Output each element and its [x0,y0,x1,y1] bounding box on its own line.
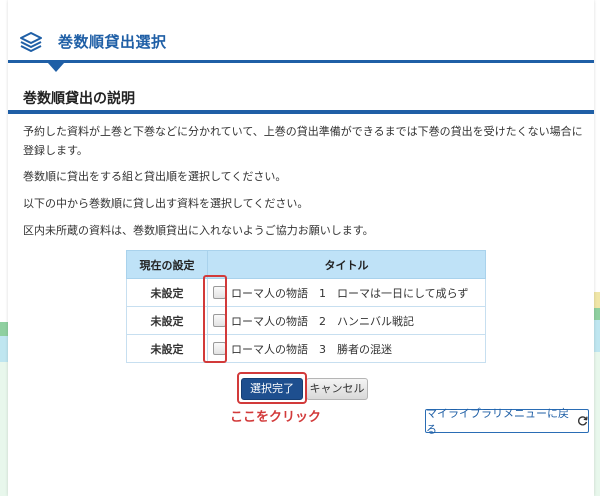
status-cell: 未設定 [126,278,208,307]
section-title: 巻数順貸出の説明 [23,91,135,107]
back-button-label: マイライブラリメニューに戻る [426,407,569,436]
volume-order-table: 現在の設定 タイトル 未設定 ローマ人の物語 1 ローマは一日にして成らず 未設… [126,250,486,363]
table-header-row: 現在の設定 タイトル [126,250,486,279]
back-to-my-library-button[interactable]: マイライブラリメニューに戻る [425,407,589,436]
layers-icon [20,32,42,52]
column-header-title: タイトル [207,250,486,279]
title-cell: ローマ人の物語 3 勝者の混迷 [207,334,486,363]
title-cell: ローマ人の物語 2 ハンニバル戦記 [207,306,486,335]
status-cell: 未設定 [126,306,208,335]
reload-icon [577,416,588,426]
click-here-annotation: ここをクリック [230,410,322,425]
table-row: 未設定 ローマ人の物語 2 ハンニバル戦記 [126,306,486,335]
page-title: 巻数順貸出選択 [58,33,167,51]
cancel-button[interactable]: キャンセル [306,378,368,400]
title-cell: ローマ人の物語 1 ローマは一日にして成らず [207,278,486,307]
page-header: 巻数順貸出選択 [8,22,594,72]
description-paragraph: 予約した資料が上巻と下巻などに分かれていて、上巻の貸出準備ができるまでは下巻の貸… [23,125,583,157]
description-paragraph: 以下の中から巻数順に貸し出す資料を選択してください。 [23,197,309,210]
checkbox-highlight [203,275,227,363]
book-title: ローマ人の物語 2 ハンニバル戦記 [231,314,414,328]
book-title: ローマ人の物語 1 ローマは一日にして成らず [231,286,469,300]
main-card: 巻数順貸出選択 巻数順貸出の説明 予約した資料が上巻と下巻などに分かれていて、上… [8,0,594,496]
table-row: 未設定 ローマ人の物語 3 勝者の混迷 [126,334,486,363]
book-title: ローマ人の物語 3 勝者の混迷 [231,342,392,356]
header-notch [48,63,64,72]
description-paragraph: 区内未所蔵の資料は、巻数順貸出に入れないようご協力お願いします。 [23,224,374,237]
table-row: 未設定 ローマ人の物語 1 ローマは一日にして成らず [126,278,486,307]
column-header-status: 現在の設定 [126,250,208,279]
description-paragraph: 巻数順に貸出をする組と貸出順を選択してください。 [23,170,287,183]
header-divider [8,60,594,63]
status-cell: 未設定 [126,334,208,363]
done-button-highlight [237,372,307,404]
section-divider [8,110,594,114]
